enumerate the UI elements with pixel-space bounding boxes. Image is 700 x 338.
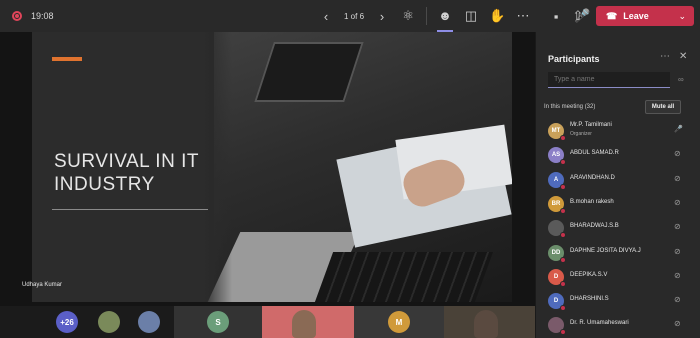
slide-photo bbox=[207, 32, 512, 302]
participant-name: DEEPIKA.S.V bbox=[570, 271, 608, 278]
slide-accent-bar bbox=[52, 57, 82, 61]
next-slide-icon[interactable]: › bbox=[374, 9, 390, 24]
mute-all-button[interactable]: Mute all bbox=[645, 100, 681, 114]
phone-hangup-icon: ☎ bbox=[606, 10, 618, 21]
participant-row[interactable]: A ARAVINDHAN.D ⊘ bbox=[546, 169, 696, 191]
participant-search-input[interactable] bbox=[548, 72, 670, 88]
chat-icon[interactable]: ◫ bbox=[463, 8, 479, 24]
laptop-screen-graphic bbox=[254, 42, 364, 102]
slide-pager: 1 of 6 bbox=[344, 11, 365, 21]
participant-name: DHARSHINI.S bbox=[570, 296, 609, 303]
participant-strip: +26 S M bbox=[0, 306, 535, 338]
status-badge bbox=[560, 159, 566, 166]
participant-name: ABDUL SAMAD.R bbox=[570, 150, 619, 157]
participant-avatar: D bbox=[548, 268, 566, 287]
status-badge bbox=[560, 329, 566, 336]
participant-tile[interactable]: M bbox=[354, 306, 444, 338]
more-options-icon[interactable]: ⋯ bbox=[660, 51, 670, 62]
participant-name: DAPHNE JOSITA DIVYA.J bbox=[570, 247, 641, 254]
slide-title-line1: SURVIVAL IN IT bbox=[54, 151, 199, 172]
slide-divider bbox=[52, 209, 208, 210]
camera-icon[interactable]: ▪ bbox=[548, 9, 564, 24]
participant-avatar: AS bbox=[548, 147, 566, 166]
status-badge bbox=[560, 256, 566, 263]
participants-button[interactable]: ☻ bbox=[437, 0, 454, 32]
microphone-muted-icon[interactable]: ⊘ bbox=[674, 222, 681, 231]
participant-avatar: S bbox=[207, 311, 229, 333]
participant-name: Dr. R. Umamaheswari bbox=[570, 320, 629, 327]
microphone-muted-icon[interactable]: ⊘ bbox=[674, 198, 681, 207]
overflow-participants-badge[interactable]: +26 bbox=[56, 311, 78, 333]
microphone-icon[interactable]: 🎤 bbox=[674, 125, 683, 133]
leave-label: Leave bbox=[623, 11, 649, 21]
microphone-muted-icon[interactable]: ⊘ bbox=[674, 319, 681, 328]
participant-row[interactable]: BR B.mohan rakesh ⊘ bbox=[546, 193, 696, 215]
leave-button[interactable]: ☎ Leave ⌄ bbox=[596, 6, 694, 26]
microphone-muted-icon[interactable]: ⊘ bbox=[674, 174, 681, 183]
participant-name: ARAVINDHAN.D bbox=[570, 174, 615, 181]
participant-video-tile[interactable] bbox=[444, 306, 535, 338]
presenter-name: Udhaya Kumar bbox=[22, 282, 63, 288]
status-badge bbox=[560, 183, 566, 190]
participant-row[interactable]: Dr. R. Umamaheswari ⊘ bbox=[546, 314, 696, 336]
participant-row[interactable]: MT Mr.P. Tamilmani Organizer 🎤 bbox=[546, 120, 696, 142]
close-icon[interactable]: ✕ bbox=[679, 51, 687, 62]
participant-avatar: A bbox=[548, 171, 566, 190]
participant-row[interactable]: D DEEPIKA.S.V ⊘ bbox=[546, 266, 696, 288]
microphone-muted-icon[interactable]: ⊘ bbox=[674, 247, 681, 256]
participant-avatar: DD bbox=[548, 244, 566, 263]
shared-content-stage: SURVIVAL IN IT INDUSTRY Udhaya Kumar bbox=[0, 32, 535, 306]
participant-video bbox=[474, 310, 498, 338]
participant-avatar[interactable] bbox=[98, 311, 120, 333]
previous-slide-icon[interactable]: ‹ bbox=[318, 9, 334, 24]
participant-row[interactable]: D DHARSHINI.S ⊘ bbox=[546, 290, 696, 312]
participant-row[interactable]: DD DAPHNE JOSITA DIVYA.J ⊘ bbox=[546, 242, 696, 264]
slide-title: SURVIVAL IN IT INDUSTRY bbox=[54, 150, 254, 196]
status-badge bbox=[560, 280, 566, 287]
microphone-muted-icon[interactable]: ⊘ bbox=[674, 295, 681, 304]
participant-name: Mr.P. Tamilmani bbox=[570, 122, 612, 128]
participant-avatar: D bbox=[548, 293, 566, 312]
panel-title: Participants bbox=[548, 54, 600, 64]
participant-row[interactable]: BHARADWAJ.S.B ⊘ bbox=[546, 217, 696, 239]
share-screen-icon[interactable]: ⇧ bbox=[570, 8, 586, 24]
participant-tile[interactable]: S bbox=[174, 306, 262, 338]
toolbar-center-group: ‹ 1 of 6 › ⚛ ☻ ◫ ✋ ⋯ bbox=[318, 0, 531, 32]
status-badge bbox=[560, 305, 566, 312]
participant-avatar: M bbox=[388, 311, 410, 333]
participant-role: Organizer bbox=[570, 131, 592, 137]
keyboard-graphic bbox=[314, 252, 494, 302]
meeting-toolbar: 19:08 ‹ 1 of 6 › ⚛ ☻ ◫ ✋ ⋯ ▪ 🎤 ⇧ ☎ Leave… bbox=[0, 0, 700, 32]
sync-slides-icon[interactable]: ⚛ bbox=[400, 8, 416, 24]
participant-avatar bbox=[548, 317, 566, 336]
participant-video bbox=[292, 310, 316, 338]
more-actions-icon[interactable]: ⋯ bbox=[515, 8, 531, 24]
teams-meeting-window: 19:08 ‹ 1 of 6 › ⚛ ☻ ◫ ✋ ⋯ ▪ 🎤 ⇧ ☎ Leave… bbox=[0, 0, 700, 338]
participant-avatar: BR bbox=[548, 195, 566, 214]
microphone-muted-icon[interactable]: ⊘ bbox=[674, 271, 681, 280]
status-badge bbox=[560, 135, 566, 141]
recording-icon bbox=[12, 11, 22, 21]
participant-avatar bbox=[548, 220, 566, 239]
in-meeting-section-label[interactable]: In this meeting (32) bbox=[544, 104, 595, 110]
people-icon: ☻ bbox=[438, 7, 452, 23]
participants-panel: Participants ⋯ ✕ ∞ In this meeting (32) … bbox=[535, 32, 700, 338]
share-invite-icon[interactable]: ∞ bbox=[678, 75, 684, 84]
microphone-muted-icon[interactable]: ⊘ bbox=[674, 149, 681, 158]
meeting-timer: 19:08 bbox=[31, 11, 54, 21]
chevron-down-icon[interactable]: ⌄ bbox=[678, 11, 686, 22]
slide-title-line2: INDUSTRY bbox=[54, 174, 155, 195]
raise-hand-icon[interactable]: ✋ bbox=[489, 8, 505, 24]
presentation-slide: SURVIVAL IN IT INDUSTRY bbox=[32, 32, 512, 302]
toolbar-divider bbox=[426, 7, 428, 25]
participant-row[interactable]: AS ABDUL SAMAD.R ⊘ bbox=[546, 144, 696, 166]
participant-avatar[interactable] bbox=[138, 311, 160, 333]
participant-avatar: MT bbox=[548, 123, 566, 141]
participant-name: B.mohan rakesh bbox=[570, 198, 614, 205]
participant-name: BHARADWAJ.S.B bbox=[570, 223, 619, 230]
status-badge bbox=[560, 207, 566, 214]
participant-video-tile[interactable] bbox=[262, 306, 354, 338]
status-badge bbox=[560, 232, 566, 239]
